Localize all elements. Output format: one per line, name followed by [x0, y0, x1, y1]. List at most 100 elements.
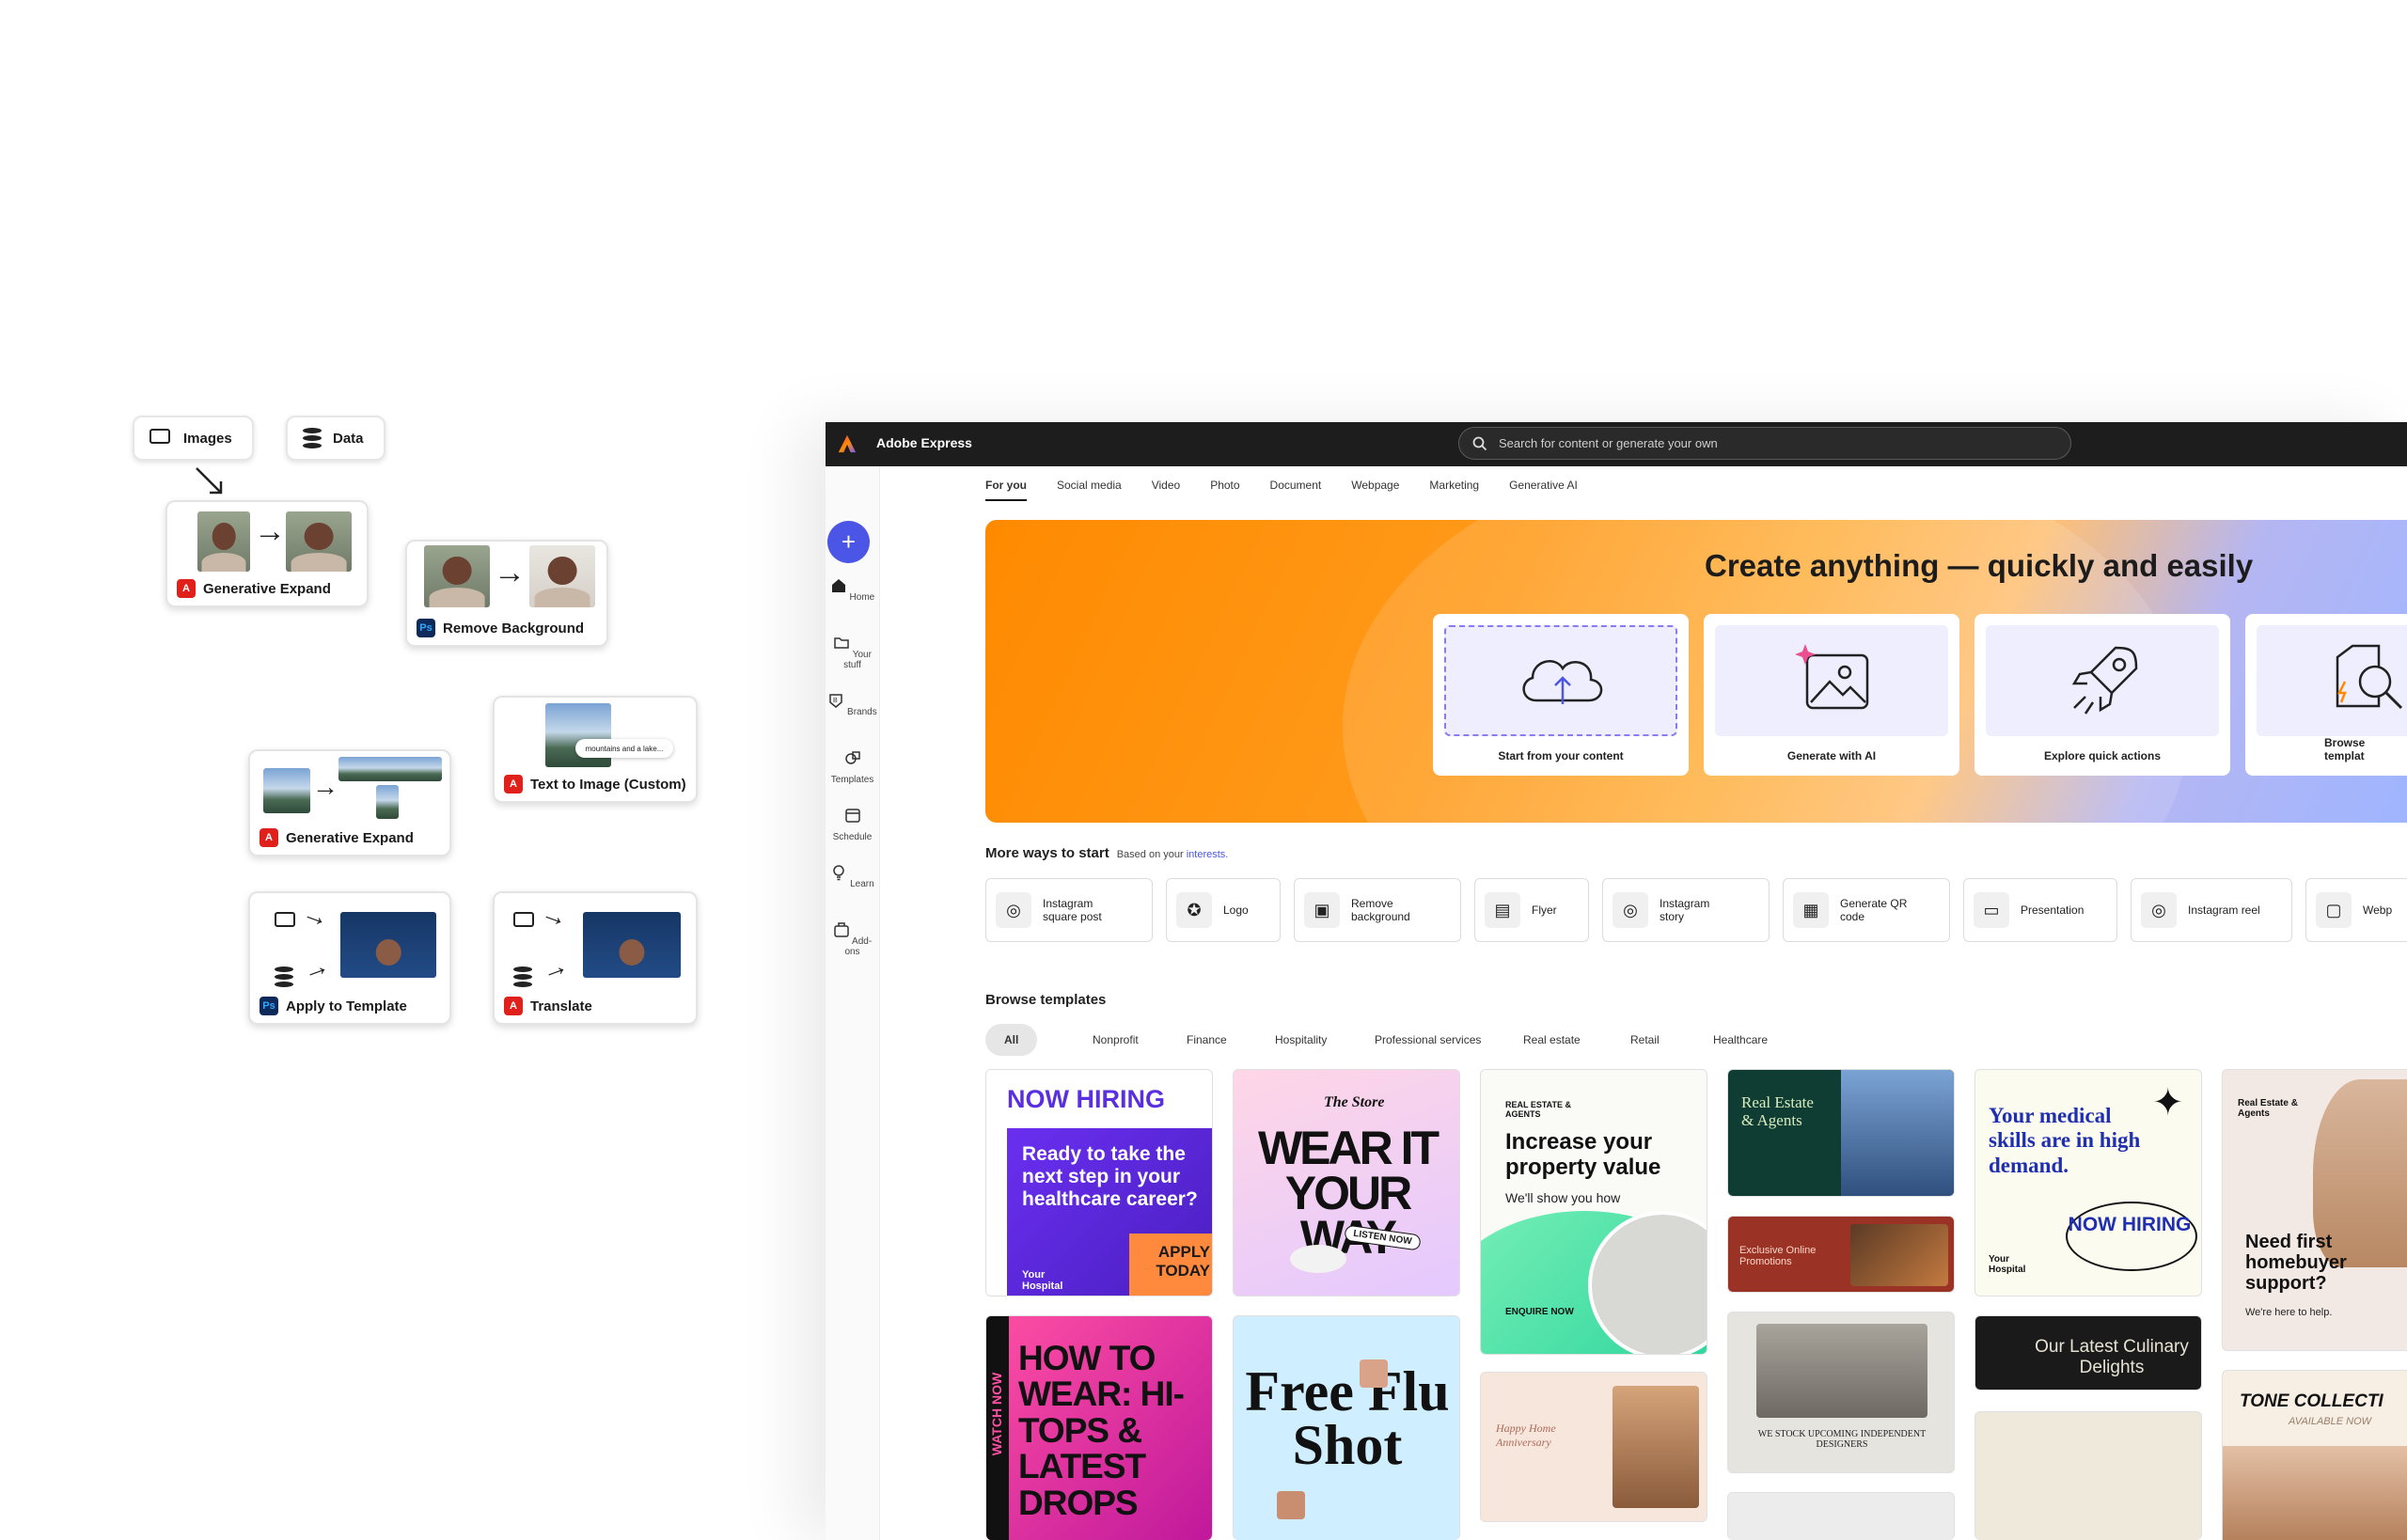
quick-start-instagram-story[interactable]: ◎ Instagram story [1602, 878, 1770, 942]
qr-code-icon: ▦ [1793, 892, 1829, 928]
filter-healthcare[interactable]: Healthcare [1713, 1024, 1768, 1056]
quick-start-webpage[interactable]: ▢ Webp [2305, 878, 2407, 942]
create-new-button[interactable]: + [827, 521, 870, 563]
database-icon [303, 428, 322, 448]
filter-real-estate[interactable]: Real estate [1523, 1024, 1581, 1056]
adobe-express-icon: A [177, 579, 196, 598]
template-card-cosmetics[interactable] [1727, 1492, 1955, 1540]
photoshop-icon: Ps [417, 619, 435, 637]
images-input-node[interactable]: Images [133, 416, 254, 461]
left-rail: + Home Your stuff B Brands Templates Sch… [826, 466, 880, 1540]
remove-background-label: Remove Background [443, 620, 585, 636]
translate-node[interactable]: → → A Translate [493, 891, 698, 1025]
text-to-image-label: Text to Image (Custom) [530, 776, 686, 793]
tab-document[interactable]: Document [1270, 479, 1322, 501]
expanded-portrait-thumbnail [286, 511, 352, 572]
rail-item-templates[interactable]: Templates [826, 749, 879, 785]
arrow-icon: → [537, 950, 573, 986]
arrow-right-icon: → [494, 555, 526, 590]
template-card-independent-designers[interactable]: WE STOCK UPCOMING INDEPENDENT DESIGNERS [1727, 1312, 1955, 1473]
no-background-thumbnail [529, 545, 595, 607]
search-template-icon [2336, 644, 2403, 710]
presentation-icon: ▭ [1974, 892, 2009, 928]
filter-professional-services[interactable]: Professional services [1375, 1024, 1481, 1056]
apply-to-template-node[interactable]: → → Ps Apply to Template [248, 891, 451, 1025]
database-icon [513, 966, 532, 987]
quick-start-remove-background[interactable]: ▣ Remove background [1294, 878, 1461, 942]
data-input-label: Data [333, 430, 364, 447]
quick-start-flyer[interactable]: ▤ Flyer [1474, 878, 1589, 942]
explore-quick-actions-card[interactable]: Explore quick actions [1974, 614, 2230, 776]
template-card-real-estate-agents[interactable]: Real Estate & Agents [1727, 1069, 1955, 1197]
photoshop-icon: Ps [260, 997, 278, 1015]
template-card-culinary-delights[interactable]: Our Latest Culinary Delights [1974, 1315, 2202, 1391]
remove-background-node[interactable]: → Ps Remove Background [405, 540, 608, 647]
generate-with-ai-label: Generate with AI [1786, 749, 1877, 762]
template-card-tone-collection[interactable]: TONE COLLECTI AVAILABLE NOW [2222, 1370, 2407, 1540]
filter-hospitality[interactable]: Hospitality [1275, 1024, 1327, 1056]
adobe-express-icon: A [260, 828, 278, 847]
portrait-thumbnail [424, 545, 490, 607]
rail-item-add-ons[interactable]: Add-ons [826, 921, 879, 957]
tab-webpage[interactable]: Webpage [1351, 479, 1399, 501]
filter-all[interactable]: All [985, 1024, 1038, 1056]
tab-photo[interactable]: Photo [1210, 479, 1239, 501]
rail-item-schedule[interactable]: Schedule [826, 807, 879, 842]
search-bar[interactable] [1458, 427, 2071, 460]
template-card-medical-skills[interactable]: Your medical skills are in high demand. … [1974, 1069, 2202, 1296]
top-bar: Adobe Express [826, 422, 2407, 466]
interests-link[interactable]: interests. [1187, 849, 1229, 860]
search-input[interactable] [1497, 435, 2027, 451]
data-input-node[interactable]: Data [286, 416, 385, 461]
tab-for-you[interactable]: For you [985, 479, 1027, 501]
arrow-icon: → [298, 897, 334, 934]
connector-arrow-icon [196, 467, 223, 495]
template-card-first-homebuyer[interactable]: Real Estate & Agents Need first homebuye… [2222, 1069, 2407, 1351]
images-input-label: Images [183, 430, 232, 447]
tab-social-media[interactable]: Social media [1057, 479, 1122, 501]
browse-templates-card[interactable]: Browse templat [2245, 614, 2407, 776]
template-card-increase-property-value[interactable]: REAL ESTATE & AGENTS Increase your prope… [1480, 1069, 1707, 1355]
tab-video[interactable]: Video [1152, 479, 1180, 501]
template-card-now-hiring[interactable]: NOW HIRING Ready to take the next step i… [985, 1069, 1213, 1296]
start-from-content-card[interactable]: Start from your content [1433, 614, 1689, 776]
text-to-image-node[interactable]: mountains and a lake... A Text to Image (… [493, 696, 698, 803]
template-card-free-flu-shot[interactable]: Free Flu Shot [1233, 1315, 1460, 1540]
webpage-icon: ▢ [2316, 892, 2352, 928]
rail-item-brands[interactable]: B Brands [826, 692, 879, 717]
filter-nonprofit[interactable]: Nonprofit [1093, 1024, 1139, 1056]
adobe-express-logo-icon [838, 434, 857, 453]
rail-item-home[interactable]: Home [826, 577, 879, 603]
generate-with-ai-card[interactable]: Generate with AI [1704, 614, 1959, 776]
rail-item-learn[interactable]: Learn [826, 864, 879, 889]
template-card-wear-it-your-way[interactable]: The Store WEAR IT YOUR WAY LISTEN NOW [1233, 1069, 1460, 1296]
template-card-happy-home-anniversary[interactable]: Happy Home Anniversary [1480, 1372, 1707, 1522]
filter-retail[interactable]: Retail [1630, 1024, 1660, 1056]
start-from-content-label: Start from your content [1498, 749, 1624, 762]
template-card-blank[interactable] [1974, 1411, 2202, 1540]
template-card-how-to-wear[interactable]: WATCH NOW HOW TO WEAR: HI-TOPS & LATEST … [985, 1315, 1213, 1540]
add-ons-icon [834, 922, 849, 937]
quick-start-generate-qr-code[interactable]: ▦ Generate QR code [1783, 878, 1950, 942]
brand-icon: B [829, 694, 843, 708]
quick-start-instagram-reel[interactable]: ◎ Instagram reel [2131, 878, 2292, 942]
template-card-exclusive-online-promotions[interactable]: Exclusive Online Promotions [1727, 1216, 1955, 1293]
adobe-express-window: Adobe Express + Home Your stuff B Brands… [826, 422, 2407, 1540]
quick-start-instagram-square-post[interactable]: ◎ Instagram square post [985, 878, 1153, 942]
arrow-icon: → [298, 950, 334, 986]
category-tabs: For you Social media Video Photo Documen… [985, 479, 1608, 501]
quick-start-logo[interactable]: ✪ Logo [1166, 878, 1281, 942]
quick-start-presentation[interactable]: ▭ Presentation [1963, 878, 2117, 942]
generative-expand-label: Generative Expand [203, 580, 331, 597]
generative-expand-node[interactable]: → A Generative Expand [165, 500, 369, 607]
generative-expand-node-2[interactable]: → A Generative Expand [248, 749, 451, 856]
tab-marketing[interactable]: Marketing [1429, 479, 1479, 501]
filter-finance[interactable]: Finance [1187, 1024, 1227, 1056]
rail-item-your-stuff[interactable]: Your stuff [826, 635, 879, 670]
tab-generative-ai[interactable]: Generative AI [1509, 479, 1578, 501]
translate-label: Translate [530, 998, 592, 1014]
browse-templates-label: Browse templat [2324, 736, 2366, 762]
database-icon [275, 966, 293, 987]
home-icon [831, 579, 845, 592]
browse-templates-heading: Browse templates [985, 992, 1107, 1008]
